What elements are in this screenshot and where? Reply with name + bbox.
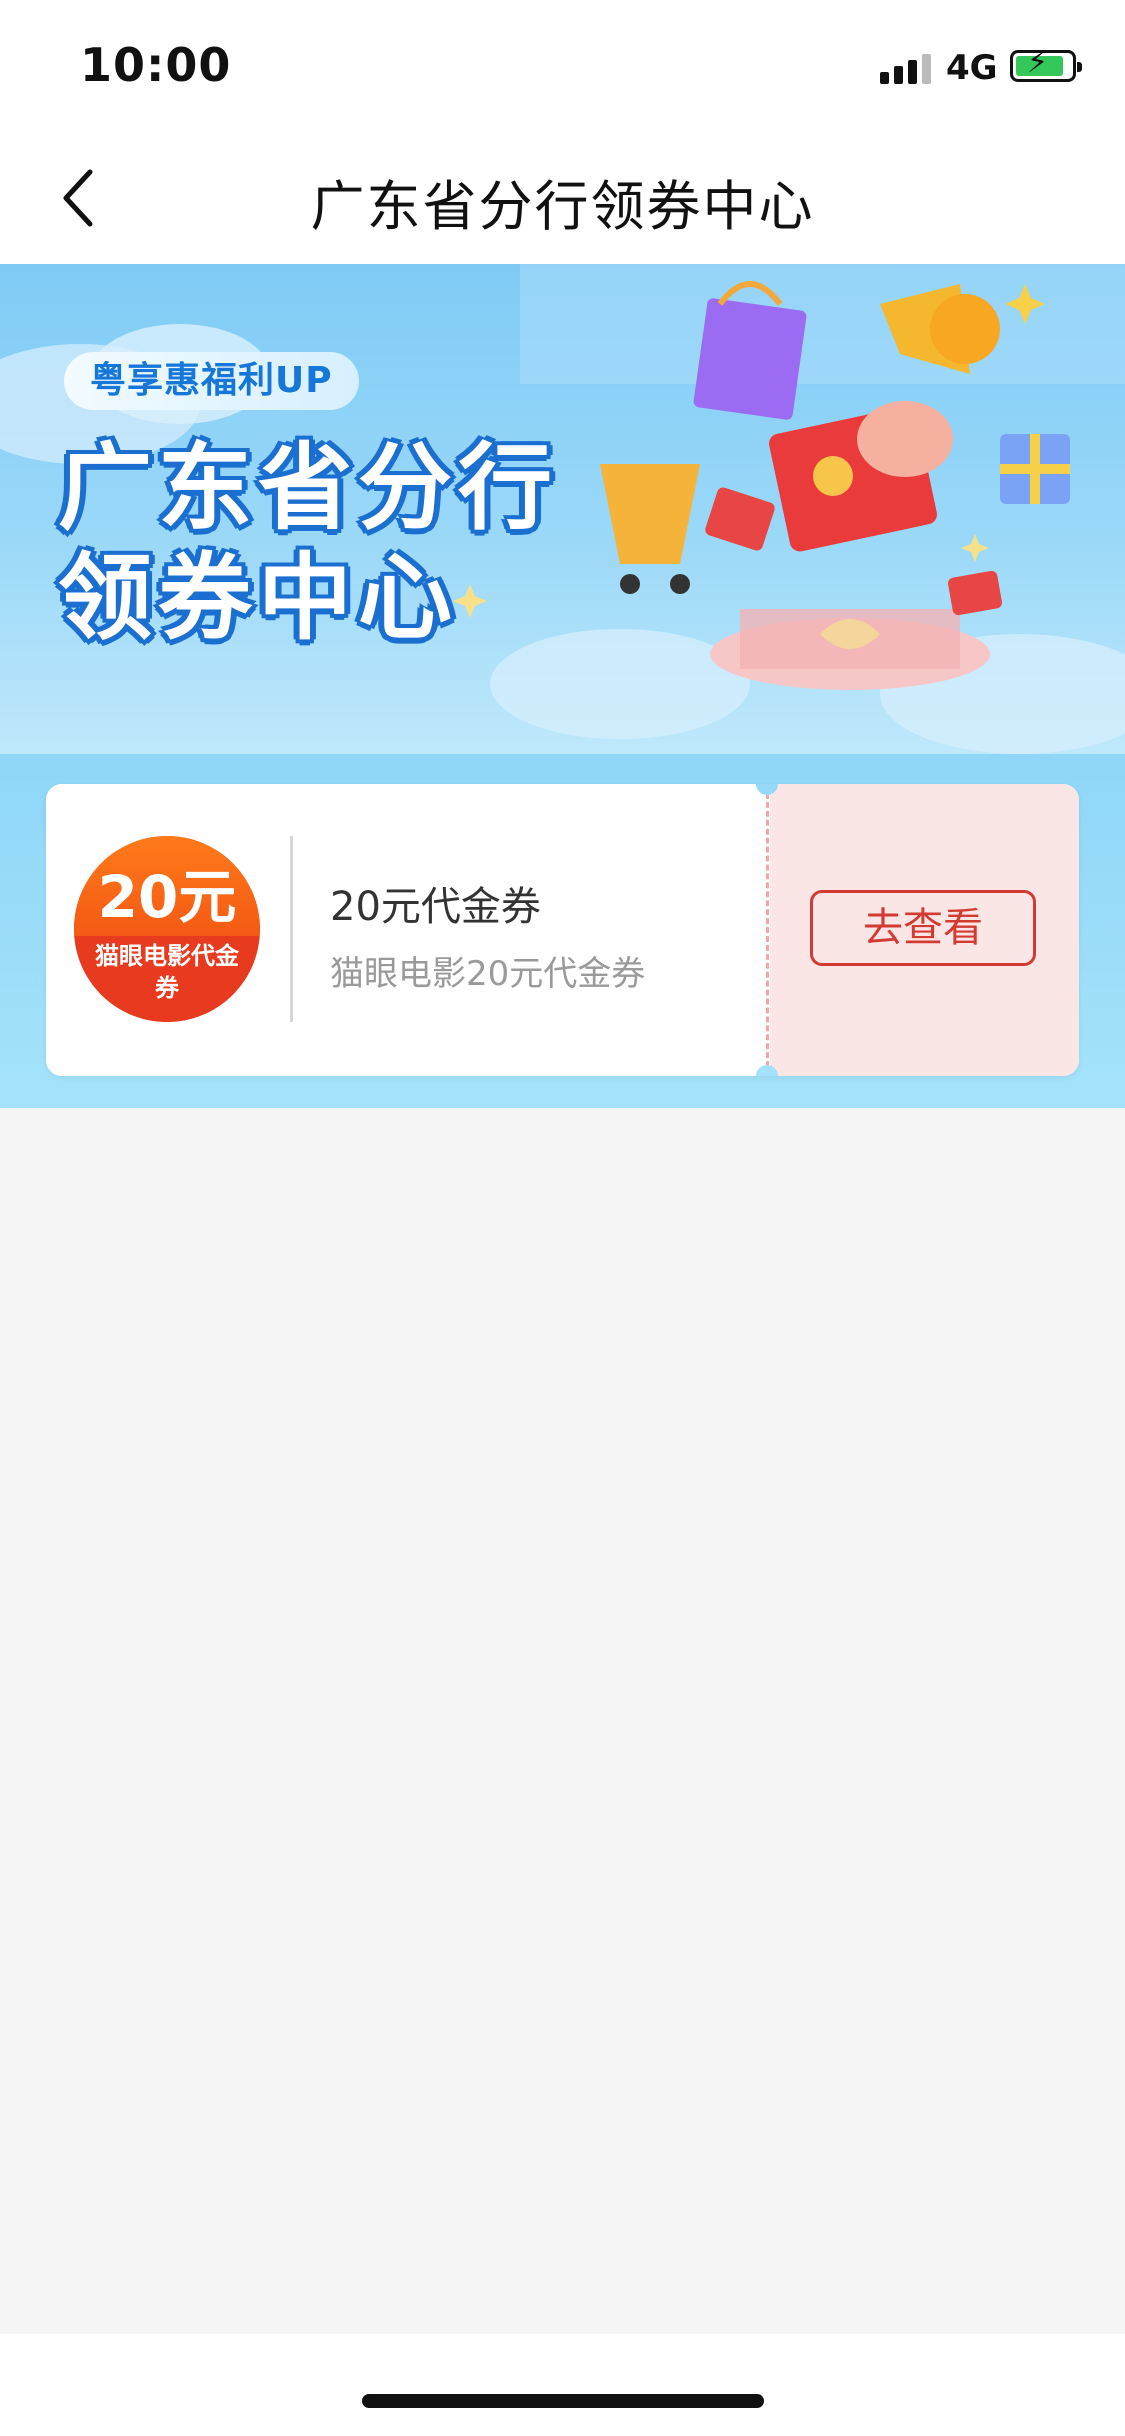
- coupon-list: 20元 猫眼电影代金券 20元代金券 猫眼电影20元代金券 去查看: [0, 754, 1125, 1108]
- coupon-info: 20元 猫眼电影代金券 20元代金券 猫眼电影20元代金券: [46, 784, 766, 1076]
- bottom-safe-area: [0, 2334, 1125, 2436]
- banner-title: 广东省分行 领券中心: [58, 434, 558, 654]
- badge-label: 猫眼电影代金券: [95, 942, 239, 1002]
- battery-icon: ⚡: [1010, 45, 1082, 82]
- promo-banner: 粤享惠福利UP 广东省分行 领券中心: [0, 264, 1125, 754]
- badge-amount: 20元: [97, 863, 237, 931]
- banner-title-line2: 领券中心: [58, 544, 459, 653]
- divider: [290, 836, 293, 1022]
- coupon-card: 20元 猫眼电影代金券 20元代金券 猫眼电影20元代金券 去查看: [46, 784, 1079, 1076]
- banner-title-line1: 广东省分行: [58, 434, 559, 543]
- coupon-title: 20元代金券: [330, 884, 541, 930]
- page-title: 广东省分行领券中心: [310, 175, 815, 238]
- nav-bar: 广东省分行领券中心: [0, 132, 1125, 264]
- coupon-subtitle: 猫眼电影20元代金券: [330, 954, 646, 994]
- banner-tag: 粤享惠福利UP: [64, 352, 359, 410]
- coupon-badge: 20元 猫眼电影代金券: [74, 836, 260, 1022]
- home-indicator[interactable]: [362, 2394, 764, 2408]
- network-label: 4G: [946, 48, 998, 88]
- dashed-divider: [766, 784, 769, 1076]
- signal-icon: [880, 52, 934, 84]
- view-coupon-button[interactable]: 去查看: [810, 890, 1036, 966]
- status-bar: 10:00 4G ⚡: [0, 0, 1125, 132]
- status-time: 10:00: [80, 38, 232, 92]
